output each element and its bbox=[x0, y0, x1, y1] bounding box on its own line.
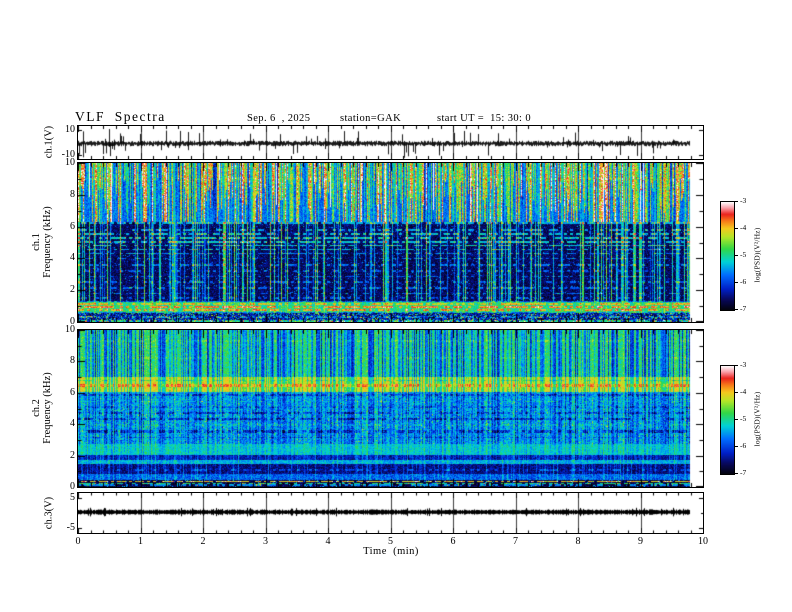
y-tick-label: 6 bbox=[39, 387, 75, 399]
colorbar-tick-label: -7 bbox=[740, 305, 746, 313]
colorbar-tick bbox=[734, 419, 738, 420]
colorbar-tick-label: -6 bbox=[740, 442, 746, 450]
colorbar-tick-label: -5 bbox=[740, 251, 746, 259]
colorbar-tick-label: -4 bbox=[740, 388, 746, 396]
x-tick-label: 3 bbox=[263, 536, 268, 547]
x-tick-label: 10 bbox=[698, 536, 708, 547]
start-ut-label: start UT = 15: 30: 0 bbox=[437, 113, 531, 124]
colorbar-tick bbox=[734, 309, 738, 310]
y-tick-label: 10 bbox=[39, 124, 75, 136]
colorbar1-label: log(PSD)(V²/Hz) bbox=[752, 228, 763, 283]
x-tick-label: 2 bbox=[201, 536, 206, 547]
x-tick-label: 7 bbox=[513, 536, 518, 547]
colorbar-tick-label: -3 bbox=[740, 361, 746, 369]
y-tick-label: 10 bbox=[39, 324, 75, 336]
y-tick-label: 10 bbox=[39, 157, 75, 169]
ch2-spectrogram-panel bbox=[77, 329, 704, 488]
y-tick-label: 5 bbox=[39, 492, 75, 504]
ch1-waveform-panel bbox=[77, 125, 704, 160]
colorbar-ch2 bbox=[720, 365, 735, 475]
colorbar-tick bbox=[734, 365, 738, 366]
y-tick-label: -5 bbox=[39, 522, 75, 534]
x-tick-label: 8 bbox=[576, 536, 581, 547]
colorbar-tick-label: -3 bbox=[740, 197, 746, 205]
station-label: station=GAK bbox=[340, 113, 401, 124]
y-tick-label: 4 bbox=[39, 252, 75, 264]
y-tick-label: 4 bbox=[39, 418, 75, 430]
y-tick-label: 8 bbox=[39, 355, 75, 367]
y-tick-label: 6 bbox=[39, 221, 75, 233]
colorbar-tick-label: -5 bbox=[740, 415, 746, 423]
x-tick-label: 0 bbox=[76, 536, 81, 547]
x-tick-label: 9 bbox=[638, 536, 643, 547]
x-tick-label: 6 bbox=[451, 536, 456, 547]
colorbar2-label: log(PSD)(V²/Hz) bbox=[752, 392, 763, 447]
ch1-axis-frequency-text: Frequency (kHz) bbox=[42, 206, 53, 277]
ch3-waveform-panel bbox=[77, 492, 704, 534]
colorbar-tick-label: -6 bbox=[740, 278, 746, 286]
x-tick-label: 4 bbox=[326, 536, 331, 547]
colorbar-tick bbox=[734, 228, 738, 229]
colorbar-tick-label: -7 bbox=[740, 469, 746, 477]
colorbar-tick bbox=[734, 201, 738, 202]
colorbar-tick bbox=[734, 446, 738, 447]
colorbar-tick bbox=[734, 473, 738, 474]
ch2-axis-channel-text: ch.2 bbox=[31, 372, 42, 443]
ch1-spectrogram-panel bbox=[77, 162, 704, 323]
ch2-axis-frequency-text: Frequency (kHz) bbox=[42, 372, 53, 443]
x-tick-label: 5 bbox=[388, 536, 393, 547]
colorbar-ch1 bbox=[720, 201, 735, 311]
colorbar-tick bbox=[734, 255, 738, 256]
colorbar-tick bbox=[734, 282, 738, 283]
vlf-spectra-figure: VLF Spectra Sep. 6 , 2025 station=GAK st… bbox=[0, 0, 792, 612]
ch1-axis-channel-text: ch.1 bbox=[31, 206, 42, 277]
date-label: Sep. 6 , 2025 bbox=[247, 113, 310, 124]
ch2-frequency-axis-label: ch.2 Frequency (kHz) bbox=[31, 372, 53, 443]
ch1-frequency-axis-label: ch.1 Frequency (kHz) bbox=[31, 206, 53, 277]
x-tick-label: 1 bbox=[138, 536, 143, 547]
y-tick-label: 2 bbox=[39, 284, 75, 296]
y-tick-label: 8 bbox=[39, 189, 75, 201]
plot-title: VLF Spectra bbox=[75, 109, 166, 125]
colorbar-tick-label: -4 bbox=[740, 224, 746, 232]
colorbar-tick bbox=[734, 392, 738, 393]
y-tick-label: 2 bbox=[39, 450, 75, 462]
x-axis-title: Time (min) bbox=[363, 546, 419, 557]
